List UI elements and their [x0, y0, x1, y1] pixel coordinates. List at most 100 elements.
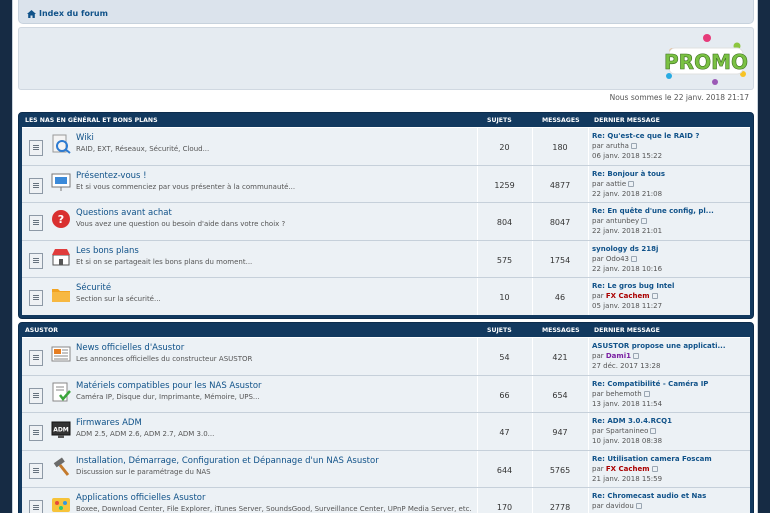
last-post-title-link[interactable]: Re: En quête d'une config, pl... [592, 207, 714, 215]
last-post: Re: ADM 3.0.4.RCQ1 par Spartanineo 10 janv… [592, 416, 752, 446]
forum-row[interactable]: Applications officielles Asustor Boxee, D… [22, 487, 750, 513]
forum-title-link[interactable]: Questions avant achat [76, 208, 172, 218]
hammer-icon [51, 456, 71, 477]
view-latest-post-icon[interactable] [651, 465, 658, 472]
last-post-title-link[interactable]: synology ds 218j [592, 245, 658, 253]
forum-row[interactable]: Sécurité Section sur la sécurité... 10 46 Re… [22, 277, 750, 315]
forum-title-link[interactable]: Les bons plans [76, 246, 139, 256]
last-post-author-link[interactable]: Odo43 [606, 255, 629, 263]
forum-row[interactable]: News officielles d'Asustor Les annonces o… [22, 337, 750, 375]
posts-count: 180 [552, 143, 568, 152]
last-post-author-link[interactable]: Dami1 [606, 352, 631, 360]
view-latest-post-icon[interactable] [651, 293, 658, 299]
last-post-author-link[interactable]: behemoth [606, 390, 642, 398]
last-post: Re: En quête d'une config, pl... par antu… [592, 206, 752, 236]
posts-count: 654 [552, 390, 568, 400]
section-header: LES NAS EN GÉNÉRAL ET BONS PLANS SUJETS … [22, 113, 750, 127]
promo-logo[interactable]: PROMO [659, 32, 751, 88]
view-latest-post-icon[interactable] [650, 428, 657, 434]
by-prefix: par [592, 292, 604, 300]
forum-title-link[interactable]: Applications officielles Asustor [76, 493, 205, 503]
forum-description: Vous avez une question ou besoin d'aide … [76, 220, 286, 228]
last-post-author-link[interactable]: davidou [606, 502, 634, 510]
last-post-title-link[interactable]: ASUSTOR propose une applicati... [592, 342, 725, 350]
topics-count: 54 [499, 353, 510, 362]
topics-count: 66 [499, 390, 510, 400]
forum-section: ASUSTOR SUJETS MESSAGES DERNIER MESSAGE … [18, 322, 754, 513]
forum-read-status-icon [29, 500, 43, 513]
last-post-time: 05 janv. 2018 11:27 [592, 302, 663, 310]
forum-row[interactable]: Wiki RAID, EXT, Réseaux, Sécurité, Cloud.… [22, 127, 750, 165]
last-post: Re: Bonjour à tous par aattie 22 janv. 201… [592, 169, 752, 199]
view-latest-post-icon[interactable] [632, 353, 639, 359]
column-divider [588, 128, 589, 165]
last-post: Re: Qu'est-ce que le RAID ? par arutha 06 … [592, 131, 752, 161]
forum-read-status-icon [29, 177, 43, 194]
last-post-time: 22 janv. 2018 21:01 [592, 227, 663, 235]
last-post-title-link[interactable]: Re: ADM 3.0.4.RCQ1 [592, 417, 672, 425]
column-divider [588, 413, 589, 450]
topics-count: 20 [499, 143, 510, 152]
forum-title-link[interactable]: Sécurité [76, 283, 111, 293]
forum-row[interactable]: ? Questions avant achat Vous avez une ques… [22, 202, 750, 240]
view-latest-post-icon[interactable] [635, 503, 642, 509]
posts-count: 46 [554, 293, 566, 302]
svg-text:ADM: ADM [53, 427, 69, 434]
forum-title-link[interactable]: Wiki [76, 133, 94, 143]
posts-count: 8047 [549, 218, 571, 227]
forum-row[interactable]: Matériels compatibles pour les NAS Asust… [22, 374, 750, 412]
forum-title-link[interactable]: Matériels compatibles pour les NAS Asust… [76, 381, 262, 391]
question-icon: ? [51, 209, 71, 229]
posts-count: 947 [552, 428, 568, 437]
last-post-time: 10 janv. 2018 08:38 [592, 437, 663, 445]
column-divider [588, 165, 589, 202]
last-post-title-link[interactable]: Re: Chromecast audio et Nas [592, 492, 706, 500]
last-post-title-link[interactable]: Re: Compatibilité - Caméra IP [592, 380, 708, 388]
page-wrapper: Index du forum PROMO Nous sommes le 22 j… [12, 0, 758, 513]
topics-count: 10 [499, 293, 510, 302]
section-title: LES NAS EN GÉNÉRAL ET BONS PLANS [25, 117, 158, 124]
last-post-title-link[interactable]: Re: Le gros bug Intel [592, 282, 674, 290]
last-post-time: 21 janv. 2018 15:59 [592, 474, 663, 483]
topics-count: 47 [499, 428, 510, 437]
last-post-title-link[interactable]: Re: Utilisation camera Foscam [592, 455, 712, 463]
last-post-title-link[interactable]: Re: Qu'est-ce que le RAID ? [592, 132, 699, 140]
last-post: synology ds 218j par Odo43 22 janv. 2018 1… [592, 244, 752, 274]
by-prefix: par [592, 389, 604, 398]
forum-description: Caméra IP, Disque dur, Imprimante, Mémoi… [76, 392, 260, 401]
last-post-author-link[interactable]: aattie [606, 180, 626, 188]
col-topics: SUJETS [487, 117, 512, 124]
view-latest-post-icon[interactable] [643, 390, 650, 397]
by-prefix: par [592, 217, 604, 225]
by-prefix: par [592, 352, 604, 360]
forum-title-link[interactable]: News officielles d'Asustor [76, 343, 184, 353]
checklist-icon [51, 382, 71, 402]
last-post-time: 22 janv. 2018 10:16 [592, 264, 663, 273]
forum-row[interactable]: Présentez-vous ! Et si vous commenciez pa… [22, 164, 752, 202]
forum-title-link[interactable]: Présentez-vous ! [76, 171, 147, 181]
forum-row[interactable]: ADM Firmwares ADM ADM 2.5, ADM 2.6, ADM 2.… [22, 412, 750, 450]
breadcrumb-label: Index du forum [39, 9, 108, 18]
forum-title-link[interactable]: Installation, Démarrage, Configuration e… [76, 456, 379, 466]
last-post-author-link[interactable]: arutha [606, 142, 629, 150]
forum-read-status-icon [29, 350, 43, 366]
view-latest-post-icon[interactable] [630, 143, 637, 149]
forum-row[interactable]: Les bons plans Et si on se partageait les… [22, 239, 752, 277]
topics-count: 644 [496, 465, 513, 475]
last-post-author-link[interactable]: antunbey [606, 217, 639, 225]
section-title: ASUSTOR [25, 327, 58, 334]
forum-row[interactable]: Installation, Démarrage, Configuration e… [22, 449, 750, 487]
view-latest-post-icon[interactable] [641, 218, 648, 224]
forum-title-link[interactable]: Firmwares ADM [76, 418, 142, 428]
view-latest-post-icon[interactable] [631, 255, 638, 262]
view-latest-post-icon[interactable] [628, 180, 635, 187]
last-post-author-link[interactable]: FX Cachem [606, 465, 650, 473]
last-post-time: 13 janv. 2018 11:54 [592, 399, 663, 408]
forum-read-status-icon [29, 215, 43, 231]
forum-read-status-icon [29, 140, 43, 156]
by-prefix: par [592, 142, 604, 150]
last-post-author-link[interactable]: Spartanineo [606, 427, 649, 435]
last-post-author-link[interactable]: FX Cachem [606, 292, 650, 300]
breadcrumb-home-link[interactable]: Index du forum [27, 9, 108, 18]
last-post-title-link[interactable]: Re: Bonjour à tous [592, 170, 665, 178]
